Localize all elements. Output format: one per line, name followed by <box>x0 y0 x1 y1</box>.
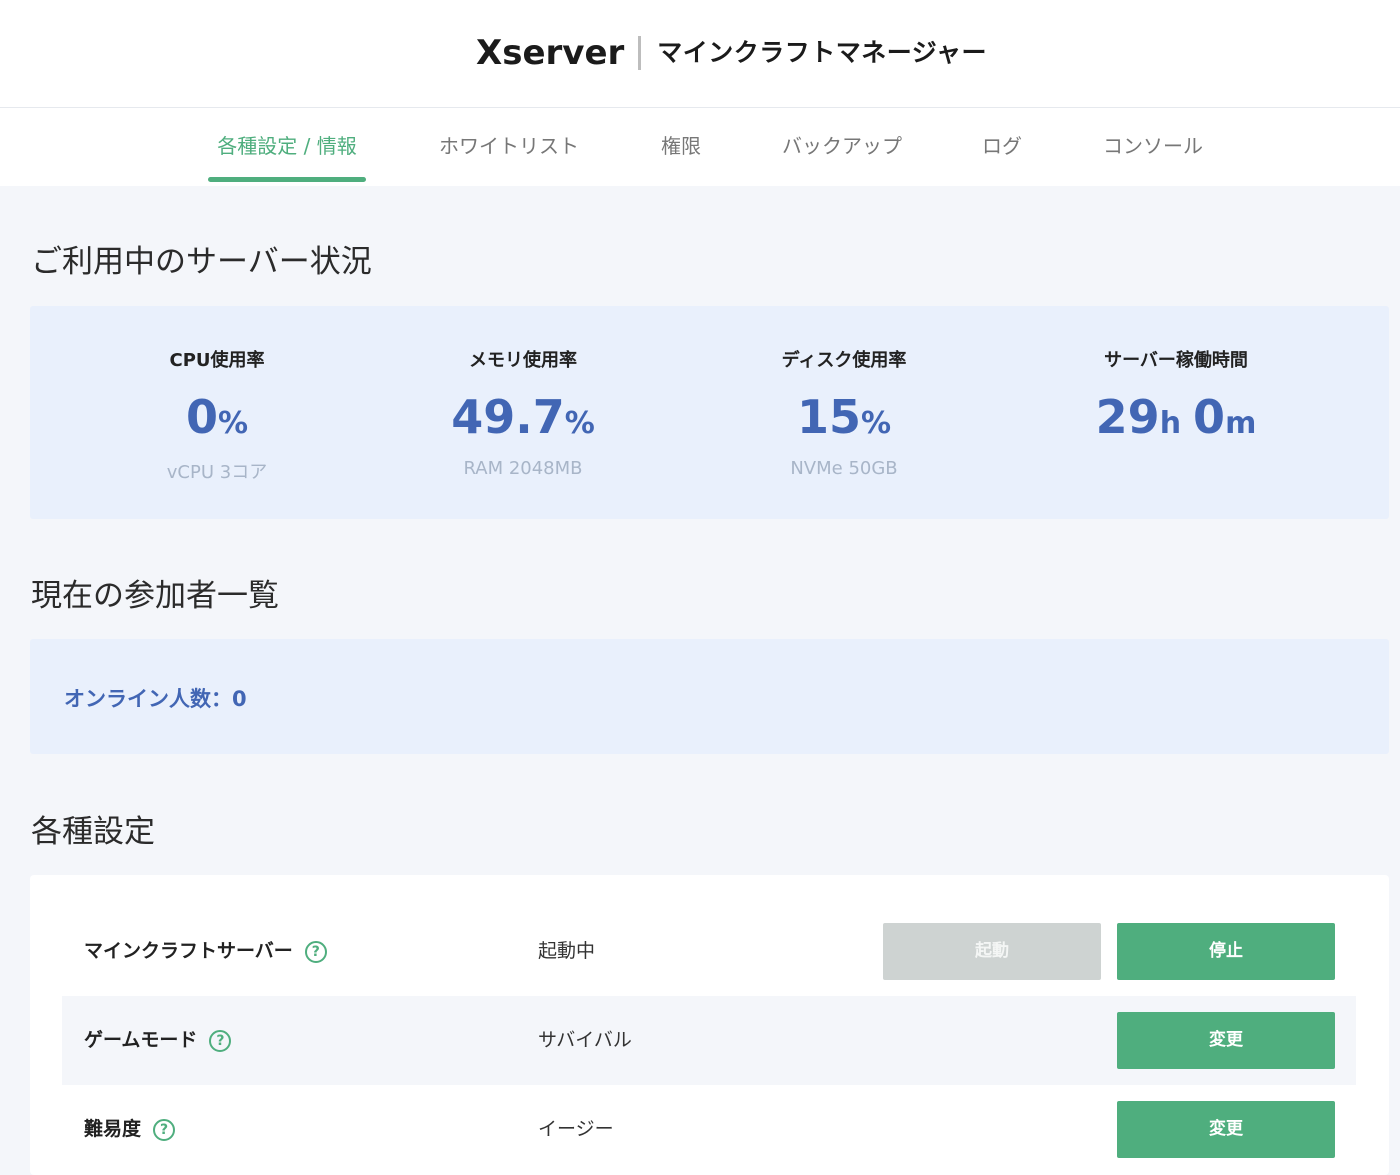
memory-stat-sub: RAM 2048MB <box>463 458 583 479</box>
tab-permissions[interactable]: 権限 <box>640 108 722 186</box>
help-icon[interactable]: ? <box>209 1029 232 1052</box>
xserver-logo: Xserver <box>476 33 625 73</box>
server-status-title: ご利用中のサーバー状況 <box>31 244 372 280</box>
disk-stat-sub: NVMe 50GB <box>790 458 898 479</box>
setting-value-difficulty: イージー <box>538 1118 614 1140</box>
setting-label-difficulty: 難易度? <box>84 1085 176 1174</box>
setting-row-difficulty: 難易度? イージー 変更 <box>62 1085 1356 1174</box>
setting-value-server: 起動中 <box>538 940 596 962</box>
cpu-stat-sub: vCPU 3コア <box>166 462 268 483</box>
tab-log[interactable]: ログ <box>962 108 1042 186</box>
app-title: マインクラフトマネージャー <box>657 38 988 67</box>
setting-value-gamemode: サバイバル <box>538 1029 632 1051</box>
brand[interactable]: Xserver マインクラフトマネージャー <box>476 30 987 76</box>
setting-row-gamemode: ゲームモード? サバイバル 変更 <box>62 996 1356 1085</box>
memory-stat-value: 49.7% <box>451 390 595 444</box>
brand-divider <box>638 36 642 70</box>
tab-bar: 各種設定 / 情報 ホワイトリスト 権限 バックアップ ログ コンソール <box>0 108 1400 186</box>
settings-panel: マインクラフトサーバー? 起動中 起動 停止 ゲームモード? サバイバル 変更 … <box>30 875 1389 1175</box>
cpu-stat-label: CPU使用率 <box>169 350 265 371</box>
tab-console[interactable]: コンソール <box>1086 108 1220 186</box>
tab-whitelist[interactable]: ホワイトリスト <box>420 108 598 186</box>
app-header: Xserver マインクラフトマネージャー <box>0 0 1400 108</box>
active-tab-indicator <box>208 177 366 182</box>
help-icon[interactable]: ? <box>304 940 327 963</box>
stop-button[interactable]: 停止 <box>1117 923 1335 980</box>
settings-title: 各種設定 <box>31 814 155 850</box>
setting-row-server: マインクラフトサーバー? 起動中 起動 停止 <box>62 907 1356 996</box>
participants-title: 現在の参加者一覧 <box>31 578 279 614</box>
setting-label-gamemode: ゲームモード? <box>84 996 232 1085</box>
start-button[interactable]: 起動 <box>883 923 1101 980</box>
change-difficulty-button[interactable]: 変更 <box>1117 1101 1335 1158</box>
uptime-stat-value: 29h 0m <box>1095 390 1257 444</box>
change-gamemode-button[interactable]: 変更 <box>1117 1012 1335 1069</box>
tab-backup[interactable]: バックアップ <box>764 108 920 186</box>
tab-settings-info[interactable]: 各種設定 / 情報 <box>208 108 366 186</box>
participants-panel: オンライン人数：0 <box>30 639 1389 754</box>
disk-stat-label: ディスク使用率 <box>781 350 907 371</box>
uptime-stat-label: サーバー稼働時間 <box>1104 350 1248 371</box>
disk-stat-value: 15% <box>796 390 892 444</box>
server-stats-panel: CPU使用率 0% vCPU 3コア メモリ使用率 49.7% RAM 2048… <box>30 306 1389 519</box>
cpu-stat-value: 0% <box>185 390 249 444</box>
setting-label-server: マインクラフトサーバー? <box>84 907 327 996</box>
memory-stat-label: メモリ使用率 <box>469 350 577 371</box>
help-icon[interactable]: ? <box>153 1118 176 1141</box>
online-count: オンライン人数：0 <box>64 687 247 711</box>
